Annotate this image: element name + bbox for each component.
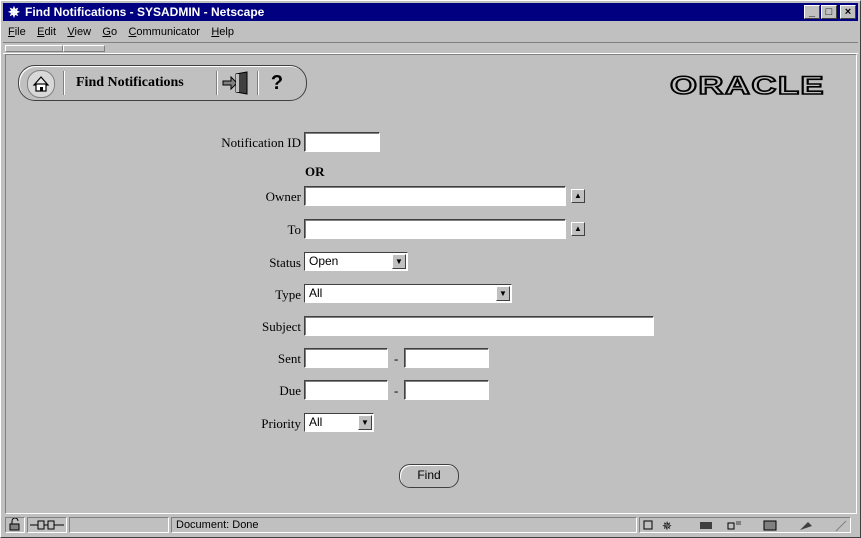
sent-to-field[interactable] bbox=[404, 348, 489, 368]
progress-area bbox=[69, 517, 169, 533]
home-icon bbox=[32, 76, 50, 92]
toolbar-separator bbox=[216, 71, 218, 95]
owner-field[interactable] bbox=[304, 186, 566, 206]
toolbar-grip-1[interactable] bbox=[5, 45, 63, 52]
menu-communicator[interactable]: Communicator bbox=[128, 23, 200, 42]
status-select[interactable]: Open ▼ bbox=[304, 252, 408, 271]
connection-icon bbox=[27, 517, 67, 533]
window-controls: _ □ × bbox=[803, 5, 856, 19]
exit-door-icon bbox=[222, 71, 248, 95]
svg-text:ORACLE: ORACLE bbox=[670, 73, 825, 97]
type-select[interactable]: All ▼ bbox=[304, 284, 512, 303]
owner-label: Owner bbox=[265, 189, 301, 204]
component-bar: ✵ bbox=[639, 517, 851, 533]
owner-lov-button[interactable]: ▲ bbox=[571, 189, 585, 203]
notification-id-field[interactable] bbox=[304, 132, 380, 152]
collapsed-toolbars bbox=[3, 42, 858, 54]
browser-window: ✵ Find Notifications - SYSADMIN - Netsca… bbox=[0, 0, 861, 538]
toolbar-separator bbox=[257, 71, 259, 95]
due-label: Due bbox=[279, 383, 301, 398]
security-lock-icon[interactable] bbox=[5, 517, 25, 533]
type-label: Type bbox=[275, 287, 301, 302]
chevron-down-icon[interactable]: ▼ bbox=[392, 254, 406, 269]
window-title: Find Notifications - SYSADMIN - Netscape bbox=[25, 5, 265, 19]
sent-range-separator: - bbox=[394, 351, 399, 366]
to-label: To bbox=[287, 222, 301, 237]
priority-label: Priority bbox=[261, 416, 301, 431]
status-text: Document: Done bbox=[171, 517, 637, 533]
to-lov-button[interactable]: ▲ bbox=[571, 222, 585, 236]
chevron-down-icon[interactable]: ▼ bbox=[358, 415, 372, 430]
subject-field[interactable] bbox=[304, 316, 654, 336]
help-button[interactable]: ? bbox=[263, 70, 291, 96]
svg-text:✵: ✵ bbox=[662, 519, 672, 532]
priority-select[interactable]: All ▼ bbox=[304, 413, 374, 432]
menu-file[interactable]: File bbox=[8, 23, 26, 42]
minimize-button[interactable]: _ bbox=[804, 5, 820, 19]
status-label: Status bbox=[269, 255, 301, 270]
type-select-value: All bbox=[309, 286, 323, 300]
exit-button[interactable] bbox=[221, 70, 251, 96]
oracle-logo: ORACLE bbox=[670, 73, 825, 97]
due-range-separator: - bbox=[394, 383, 399, 398]
notification-id-label: Notification ID bbox=[221, 135, 301, 150]
menu-help[interactable]: Help bbox=[211, 23, 234, 42]
sent-label: Sent bbox=[277, 351, 301, 366]
chevron-down-icon[interactable]: ▼ bbox=[496, 286, 510, 301]
netscape-icon: ✵ bbox=[8, 4, 20, 20]
title-bar: ✵ Find Notifications - SYSADMIN - Netsca… bbox=[3, 3, 858, 21]
find-button[interactable]: Find bbox=[399, 464, 459, 488]
or-label: OR bbox=[305, 164, 325, 179]
page-content: Find Notifications ? ORACLE Notification… bbox=[5, 54, 857, 514]
due-to-field[interactable] bbox=[404, 380, 489, 400]
toolbar-separator bbox=[63, 71, 65, 95]
app-toolbar: Find Notifications ? bbox=[18, 65, 307, 101]
menu-bar: File Edit View Go Communicator Help bbox=[3, 22, 858, 41]
toolbar-grip-2[interactable] bbox=[63, 45, 105, 52]
due-from-field[interactable] bbox=[304, 380, 388, 400]
status-bar: Document: Done ✵ bbox=[3, 515, 858, 535]
subject-label: Subject bbox=[262, 319, 301, 334]
priority-select-value: All bbox=[309, 415, 323, 429]
home-button[interactable] bbox=[27, 70, 55, 98]
menu-view[interactable]: View bbox=[67, 23, 91, 42]
to-field[interactable] bbox=[304, 219, 566, 239]
sent-from-field[interactable] bbox=[304, 348, 388, 368]
menu-edit[interactable]: Edit bbox=[37, 23, 56, 42]
status-select-value: Open bbox=[309, 254, 339, 268]
maximize-button[interactable]: □ bbox=[821, 5, 837, 19]
component-bar-icons: ✵ bbox=[643, 519, 847, 533]
close-button[interactable]: × bbox=[840, 5, 856, 19]
menu-go[interactable]: Go bbox=[102, 23, 117, 42]
toolbar-title: Find Notifications bbox=[76, 75, 184, 90]
